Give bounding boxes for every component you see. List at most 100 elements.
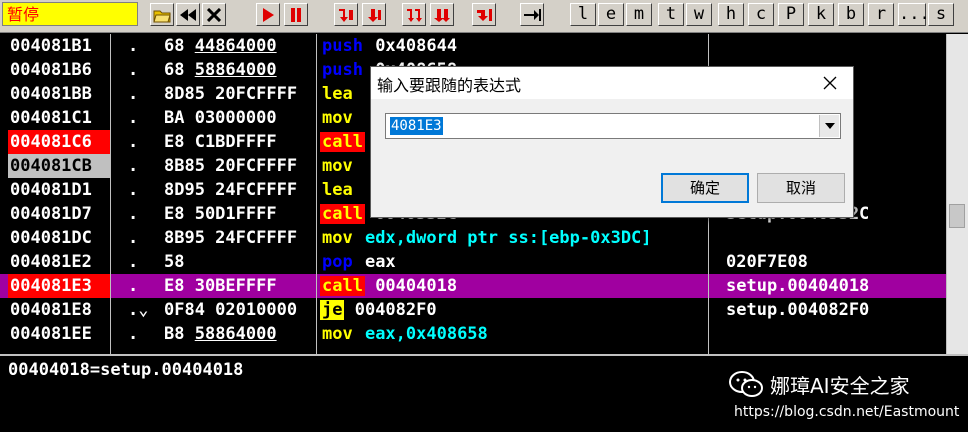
vertical-scrollbar[interactable]	[946, 34, 968, 354]
toolbar-letter-w[interactable]: w	[686, 3, 712, 26]
row-address: 004081CB	[8, 154, 110, 178]
toolbar-letter-e[interactable]: e	[598, 3, 624, 26]
row-address: 004081D7	[10, 204, 92, 224]
cancel-button[interactable]: 取消	[757, 173, 845, 203]
row-address: 004081E3	[8, 274, 110, 298]
toolbar-letter-more[interactable]: ...	[898, 3, 930, 26]
toolbar-letter-p[interactable]: P	[778, 3, 804, 26]
toolbar-letter-t[interactable]: t	[658, 3, 684, 26]
expression-combobox[interactable]: 4081E3	[385, 113, 841, 139]
row-hex: 0F84 02010000	[164, 300, 298, 320]
trace-over-button[interactable]	[430, 3, 454, 26]
row-address: 004081D1	[10, 180, 92, 200]
row-hex: 8D95 24FCFFFF	[164, 180, 298, 200]
row-opcode: call	[320, 204, 365, 224]
disassembly-row[interactable]: 004081E8 .⌄ 0F84 02010000 je 004082F0 setup.…	[0, 298, 946, 322]
row-marker: .	[128, 60, 139, 80]
row-hex: 8B95 24FCFFFF	[164, 228, 298, 248]
toolbar-letter-h[interactable]: h	[718, 3, 744, 26]
row-operands: edx,dword ptr ss:[ebp-0x3DC]	[354, 228, 652, 248]
row-hex: B8 58864000	[164, 324, 277, 344]
row-address: 004081BB	[10, 84, 92, 104]
disassembly-row[interactable]: 004081E3. E8 30BEFFFF call 00404018 setup.0…	[0, 274, 946, 298]
row-comment	[726, 322, 946, 346]
row-address: 004081C6	[8, 130, 110, 154]
dialog-close-button[interactable]	[807, 67, 853, 99]
row-marker: .	[128, 108, 139, 128]
row-comment: setup.00404018	[726, 276, 870, 296]
toolbar-letter-s[interactable]: s	[928, 3, 954, 26]
row-operands: eax,0x408658	[354, 324, 488, 344]
close-icon	[823, 76, 837, 90]
disassembly-row[interactable]: 004081B1. 68 44864000 push 0x408644	[0, 34, 946, 58]
row-marker: .	[128, 204, 139, 224]
row-marker: .	[128, 156, 139, 176]
row-opcode: je	[320, 300, 345, 320]
row-hex: 68 44864000	[164, 36, 277, 56]
row-address: 004081B1	[10, 36, 92, 56]
row-marker: .	[128, 180, 139, 200]
toolbar-letter-k[interactable]: k	[808, 3, 834, 26]
row-opcode: push	[322, 60, 363, 80]
row-address: 004081E2	[10, 252, 92, 272]
disassembly-row[interactable]: 004081E2. 58 pop eax 020F7E08	[0, 250, 946, 274]
row-marker: .	[128, 276, 139, 296]
trace-into-button[interactable]	[402, 3, 426, 26]
dialog-titlebar: 输入要跟随的表达式	[371, 67, 853, 99]
row-marker: .	[128, 84, 139, 104]
row-address: 004081EE	[10, 324, 92, 344]
row-address: 004081B6	[10, 60, 92, 80]
column-divider	[316, 34, 317, 354]
wechat-logo-icon	[729, 371, 763, 397]
combo-dropdown-button[interactable]	[819, 115, 839, 137]
row-marker: .	[128, 252, 139, 272]
rewind-icon	[180, 8, 196, 21]
row-hex: E8 C1BDFFFF	[164, 132, 277, 152]
row-comment	[726, 226, 946, 250]
row-operands: 00404018	[364, 276, 458, 296]
toolbar-letter-b[interactable]: b	[838, 3, 864, 26]
row-operands: 0x408644	[364, 36, 458, 56]
scrollbar-thumb[interactable]	[949, 204, 965, 228]
step-over-icon	[368, 8, 381, 22]
rewind-button[interactable]	[176, 3, 200, 26]
toolbar-letter-r[interactable]: r	[868, 3, 894, 26]
watermark-url: https://blog.csdn.net/Eastmount	[734, 404, 960, 420]
row-hex: BA 03000000	[164, 108, 277, 128]
row-hex: E8 50D1FFFF	[164, 204, 277, 224]
toolbar: 暂停 l e m t w h c P k b r ... s	[0, 0, 968, 33]
pause-button[interactable]	[284, 3, 308, 26]
dialog-title: 输入要跟随的表达式	[377, 76, 522, 95]
row-marker: .⌄	[128, 300, 149, 320]
toolbar-letter-c[interactable]: c	[748, 3, 774, 26]
expression-input[interactable]: 4081E3	[390, 117, 443, 135]
step-into-button[interactable]	[334, 3, 358, 26]
open-folder-button[interactable]	[150, 3, 174, 26]
row-opcode: mov	[322, 108, 353, 128]
row-opcode: mov	[322, 228, 353, 248]
row-opcode: mov	[322, 324, 353, 344]
ok-button[interactable]: 确定	[661, 173, 749, 203]
pause-icon	[291, 7, 301, 22]
step-over-button[interactable]	[362, 3, 386, 26]
watermark-name: 娜璋AI安全之家	[770, 374, 910, 398]
row-operands: eax	[354, 252, 396, 272]
row-address: 004081C1	[10, 108, 92, 128]
disassembly-row[interactable]: 004081DC. 8B95 24FCFFFF mov edx,dword ptr …	[0, 226, 946, 250]
toolbar-letter-l[interactable]: l	[570, 3, 596, 26]
close-process-button[interactable]	[202, 3, 226, 26]
toolbar-letter-m[interactable]: m	[626, 3, 652, 26]
column-divider	[110, 34, 111, 354]
go-to-button[interactable]	[520, 3, 544, 26]
row-hex: 8B85 20FCFFFF	[164, 156, 298, 176]
execute-till-return-button[interactable]	[472, 3, 496, 26]
row-hex: 58	[164, 252, 185, 272]
info-line: 00404018=setup.00404018	[8, 360, 244, 380]
row-comment: 020F7E08	[726, 252, 808, 272]
row-instruction: mov eax,0x408658	[320, 322, 706, 346]
disassembly-row[interactable]: 004081EE. B8 58864000 mov eax,0x408658	[0, 322, 946, 346]
trace-over-icon	[434, 8, 450, 22]
run-button[interactable]	[256, 3, 280, 26]
row-instruction: push 0x408644	[320, 34, 706, 58]
row-opcode: lea	[322, 84, 353, 104]
